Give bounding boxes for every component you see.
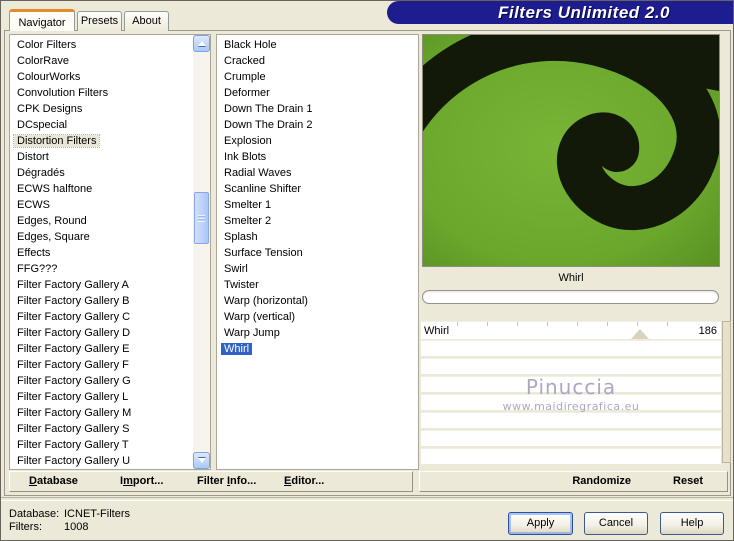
tab-about[interactable]: About (124, 11, 169, 31)
filter-list-item[interactable]: Warp (horizontal) (217, 293, 418, 309)
database-status-label: Database: (9, 508, 60, 520)
category-scrollbar[interactable] (193, 35, 210, 469)
category-list-item[interactable]: Filter Factory Gallery E (10, 341, 193, 357)
category-list-item[interactable]: Filter Factory Gallery F (10, 357, 193, 373)
slider-label: Whirl (424, 325, 450, 337)
filter-list-item[interactable]: Smelter 1 (217, 197, 418, 213)
filter-info-button[interactable]: Filter Info... (197, 472, 256, 491)
filter-list-item[interactable]: Down The Drain 2 (217, 117, 418, 133)
tab-navigator[interactable]: Navigator (9, 9, 75, 31)
scroll-down-icon[interactable] (193, 452, 210, 469)
filter-list-item[interactable]: Scanline Shifter (217, 181, 418, 197)
slider-thumb[interactable] (631, 329, 649, 339)
window-title: Filters Unlimited 2.0 (497, 2, 671, 22)
category-list-item[interactable]: CPK Designs (10, 101, 193, 117)
category-list-item[interactable]: Filter Factory Gallery C (10, 309, 193, 325)
filter-list-item[interactable]: Cracked (217, 53, 418, 69)
filter-list-item[interactable]: Down The Drain 1 (217, 101, 418, 117)
apply-button[interactable]: Apply (508, 512, 573, 535)
category-list-item[interactable]: Filter Factory Gallery D (10, 325, 193, 341)
filter-list-item[interactable]: Swirl (217, 261, 418, 277)
tab-presets[interactable]: Presets (77, 11, 122, 31)
scrollbar-thumb[interactable] (194, 192, 209, 244)
category-list-item[interactable]: Effects (10, 245, 193, 261)
scroll-up-icon[interactable] (193, 35, 210, 52)
category-list-item[interactable]: Filter Factory Gallery T (10, 437, 193, 453)
empty-slider-row (421, 412, 721, 428)
category-list-item[interactable]: Filter Factory Gallery A (10, 277, 193, 293)
preview-caption: Whirl (558, 272, 584, 284)
toolbar-right-group: Randomize Reset (419, 471, 728, 492)
category-list-item[interactable]: ColorRave (10, 53, 193, 69)
category-list-item[interactable]: ECWS halftone (10, 181, 193, 197)
cancel-button[interactable]: Cancel (584, 512, 648, 535)
category-list-item[interactable]: FFG??? (10, 261, 193, 277)
import-button[interactable]: Import... (120, 472, 163, 491)
category-list-item[interactable]: Distortion Filters (10, 133, 193, 149)
whirl-slider[interactable]: Whirl 186 (421, 321, 721, 339)
filter-listbox: Black Hole Cracked Crumple Deformer Down The… (216, 34, 419, 470)
filter-list-item[interactable]: Explosion (217, 133, 418, 149)
category-list-item[interactable]: Edges, Square (10, 229, 193, 245)
empty-slider-row (421, 430, 721, 446)
empty-slider-row (421, 376, 721, 392)
slider-value: 186 (698, 325, 717, 337)
category-list-item[interactable]: Filter Factory Gallery G (10, 373, 193, 389)
filter-list-item[interactable]: Black Hole (217, 37, 418, 53)
category-list-item[interactable]: Filter Factory Gallery B (10, 293, 193, 309)
filters-unlimited-window: Filters Unlimited 2.0 Navigator Presets … (0, 0, 734, 541)
tab-presets-label: Presets (80, 15, 119, 27)
slider-panel-scroll-strip (722, 321, 731, 463)
filter-list: Black Hole Cracked Crumple Deformer Down The… (217, 37, 418, 469)
filter-list-item[interactable]: Ink Blots (217, 149, 418, 165)
empty-slider-row (421, 340, 721, 356)
editor-button[interactable]: Editor... (284, 472, 324, 491)
filter-list-item[interactable]: Warp Jump (217, 325, 418, 341)
toolbar-left-group: Database Import... Filter Info... Editor… (9, 471, 413, 492)
tab-about-label: About (132, 15, 161, 27)
randomize-button[interactable]: Randomize (572, 472, 631, 491)
filters-count-value: 1008 (64, 521, 89, 533)
slider-ticks (457, 322, 695, 326)
reset-button[interactable]: Reset (673, 472, 703, 491)
database-button[interactable]: Database (29, 472, 78, 491)
filter-list-item[interactable]: Crumple (217, 69, 418, 85)
progress-bar (422, 290, 719, 304)
category-list-item[interactable]: Filter Factory Gallery L (10, 389, 193, 405)
category-list-item[interactable]: Color Filters (10, 37, 193, 53)
title-banner: Filters Unlimited 2.0 (387, 1, 733, 24)
help-button[interactable]: Help (660, 512, 724, 535)
filter-list-item[interactable]: Surface Tension (217, 245, 418, 261)
filters-count-label: Filters: (9, 521, 42, 533)
category-list-item[interactable]: Distort (10, 149, 193, 165)
category-list: Color Filters ColorRave ColourWorks Convolu… (10, 37, 193, 469)
filter-list-item[interactable]: Warp (vertical) (217, 309, 418, 325)
filter-list-item[interactable]: Radial Waves (217, 165, 418, 181)
filter-list-item[interactable]: Splash (217, 229, 418, 245)
filter-list-item[interactable]: Deformer (217, 85, 418, 101)
category-list-item[interactable]: Edges, Round (10, 213, 193, 229)
empty-slider-row (421, 448, 721, 464)
filter-list-item[interactable]: Twister (217, 277, 418, 293)
filter-list-item[interactable]: Whirl (217, 341, 418, 357)
category-list-item[interactable]: DCspecial (10, 117, 193, 133)
database-status-value: ICNET-Filters (64, 508, 130, 520)
category-listbox: Color Filters ColorRave ColourWorks Convolu… (9, 34, 211, 470)
category-list-item[interactable]: Convolution Filters (10, 85, 193, 101)
whirl-preview-graphic (423, 35, 719, 266)
category-list-item[interactable]: ColourWorks (10, 69, 193, 85)
tab-navigator-label: Navigator (18, 17, 66, 29)
category-list-item[interactable]: Dégradés (10, 165, 193, 181)
empty-slider-row (421, 358, 721, 374)
filter-preview-image (422, 34, 720, 267)
category-list-item[interactable]: Filter Factory Gallery U (10, 453, 193, 469)
status-separator (1, 497, 733, 501)
filter-list-item[interactable]: Smelter 2 (217, 213, 418, 229)
empty-slider-row (421, 394, 721, 410)
category-list-item[interactable]: Filter Factory Gallery S (10, 421, 193, 437)
category-list-item[interactable]: ECWS (10, 197, 193, 213)
category-list-item[interactable]: Filter Factory Gallery M (10, 405, 193, 421)
